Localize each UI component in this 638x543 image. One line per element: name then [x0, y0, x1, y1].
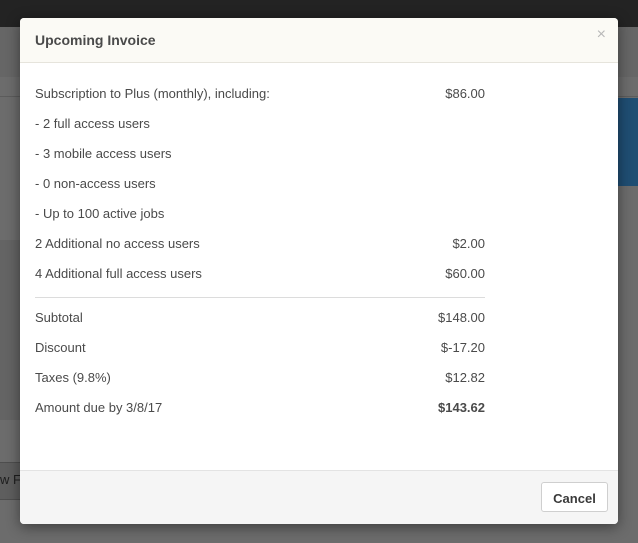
line-item-full-access-users: - 2 full access users: [35, 111, 485, 141]
line-item-amount: $86.00: [445, 86, 485, 101]
line-item-additional-no-access: 2 Additional no access users $2.00: [35, 231, 485, 261]
line-item-amount: $2.00: [452, 236, 485, 251]
invoice-body: Subscription to Plus (monthly), includin…: [35, 81, 485, 425]
upcoming-invoice-modal: Upcoming Invoice × Subscription to Plus …: [20, 18, 618, 524]
subtotal-row: Subtotal $148.00: [35, 305, 485, 335]
line-item-label: - 0 non-access users: [35, 176, 156, 191]
line-item-mobile-access-users: - 3 mobile access users: [35, 141, 485, 171]
taxes-amount: $12.82: [445, 370, 485, 385]
line-item-non-access-users: - 0 non-access users: [35, 171, 485, 201]
discount-label: Discount: [35, 340, 86, 355]
background-side-strip: [0, 240, 22, 420]
modal-header: Upcoming Invoice ×: [20, 18, 618, 63]
line-item-label: 2 Additional no access users: [35, 236, 200, 251]
line-item-active-jobs: - Up to 100 active jobs: [35, 201, 485, 231]
line-item-label: Subscription to Plus (monthly), includin…: [35, 86, 270, 101]
close-icon[interactable]: ×: [597, 27, 606, 43]
taxes-label: Taxes (9.8%): [35, 370, 111, 385]
discount-row: Discount $-17.20: [35, 335, 485, 365]
taxes-row: Taxes (9.8%) $12.82: [35, 365, 485, 395]
amount-due-row: Amount due by 3/8/17 $143.62: [35, 395, 485, 425]
subtotal-label: Subtotal: [35, 310, 83, 325]
modal-footer: Cancel: [20, 470, 618, 524]
subtotal-amount: $148.00: [438, 310, 485, 325]
line-item-subscription: Subscription to Plus (monthly), includin…: [35, 81, 485, 111]
line-item-amount: $60.00: [445, 266, 485, 281]
line-item-additional-full-access: 4 Additional full access users $60.00: [35, 261, 485, 291]
amount-due-label: Amount due by 3/8/17: [35, 400, 163, 415]
totals-divider: [35, 297, 485, 298]
line-item-label: - 2 full access users: [35, 116, 150, 131]
background-partial-button-text: w F: [0, 472, 21, 487]
cancel-button[interactable]: Cancel: [541, 482, 608, 512]
modal-title: Upcoming Invoice: [35, 32, 156, 48]
line-item-label: - Up to 100 active jobs: [35, 206, 165, 221]
line-item-label: - 3 mobile access users: [35, 146, 172, 161]
line-item-label: 4 Additional full access users: [35, 266, 202, 281]
discount-amount: $-17.20: [440, 340, 485, 355]
amount-due-value: $143.62: [438, 400, 485, 415]
